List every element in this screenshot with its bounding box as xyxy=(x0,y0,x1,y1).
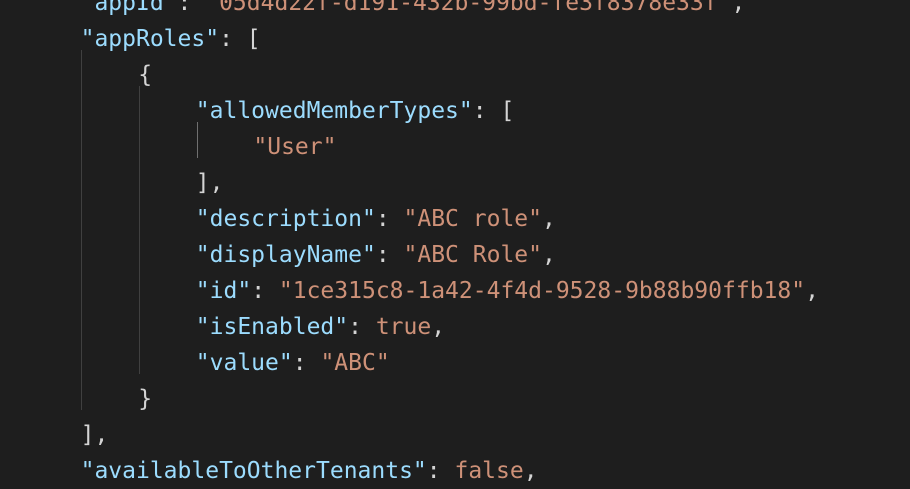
code-editor[interactable]: "appId": "05d4d22f-d191-432b-99bd-fe3f83… xyxy=(0,0,910,484)
code-line[interactable]: "availableToOtherTenants": false, xyxy=(81,453,538,489)
json-key: "id" xyxy=(195,278,252,304)
code-line[interactable]: "User" xyxy=(253,129,336,165)
punctuation: , xyxy=(542,242,556,268)
punctuation: ], xyxy=(195,170,224,196)
json-value: false xyxy=(454,458,524,484)
code-line[interactable]: ], xyxy=(81,417,109,453)
json-key: "availableToOtherTenants" xyxy=(80,458,427,484)
code-line[interactable]: "description": "ABC role", xyxy=(196,201,556,237)
json-key: "description" xyxy=(195,206,376,232)
punctuation: , xyxy=(523,458,538,484)
punctuation: : [ xyxy=(219,26,261,52)
punctuation: ], xyxy=(80,422,109,448)
code-line[interactable]: ], xyxy=(196,165,224,201)
indent-guide xyxy=(81,50,82,410)
code-line[interactable]: "allowedMemberTypes": [ xyxy=(196,93,515,129)
json-key: "value" xyxy=(195,350,293,376)
code-line[interactable]: "appRoles": [ xyxy=(81,21,261,57)
json-key: "appRoles" xyxy=(80,26,220,52)
indent-guide xyxy=(139,86,140,374)
code-line[interactable]: } xyxy=(138,381,152,417)
code-line[interactable]: "isEnabled": true, xyxy=(196,309,445,345)
json-value: "1ce315c8-1a42-4f4d-9528-9b88b90ffb18" xyxy=(278,278,806,304)
punctuation: , xyxy=(431,314,446,340)
punctuation: : xyxy=(251,278,279,304)
punctuation: , xyxy=(542,206,556,232)
json-value: "User" xyxy=(253,134,337,160)
json-value: "ABC role" xyxy=(403,206,542,232)
punctuation: { xyxy=(138,62,153,88)
punctuation: , xyxy=(731,0,746,16)
code-line[interactable]: "value": "ABC" xyxy=(196,345,390,381)
punctuation: } xyxy=(138,386,153,412)
json-value: "ABC Role" xyxy=(403,242,542,268)
punctuation: : xyxy=(177,0,206,16)
punctuation: : xyxy=(375,242,404,268)
code-line[interactable]: "appId": "05d4d22f-d191-432b-99bd-fe3f83… xyxy=(81,0,746,21)
json-key: "displayName" xyxy=(195,242,376,268)
json-key: "allowedMemberTypes" xyxy=(195,98,473,124)
punctuation: , xyxy=(805,278,819,304)
json-value: "ABC" xyxy=(320,350,390,376)
json-key: "isEnabled" xyxy=(195,314,349,340)
json-value: "05d4d22f-d191-432b-99bd-fe3f8378e33f" xyxy=(205,0,732,16)
code-line[interactable]: "id": "1ce315c8-1a42-4f4d-9528-9b88b90ff… xyxy=(196,273,819,309)
code-line[interactable]: "displayName": "ABC Role", xyxy=(196,237,556,273)
punctuation: : xyxy=(348,314,376,340)
punctuation: : [ xyxy=(472,98,515,124)
json-key: "appId" xyxy=(80,0,178,16)
punctuation: : xyxy=(292,350,321,376)
code-line[interactable]: { xyxy=(138,57,152,93)
punctuation: : xyxy=(426,458,455,484)
punctuation: : xyxy=(375,206,404,232)
json-value: true xyxy=(375,314,432,340)
